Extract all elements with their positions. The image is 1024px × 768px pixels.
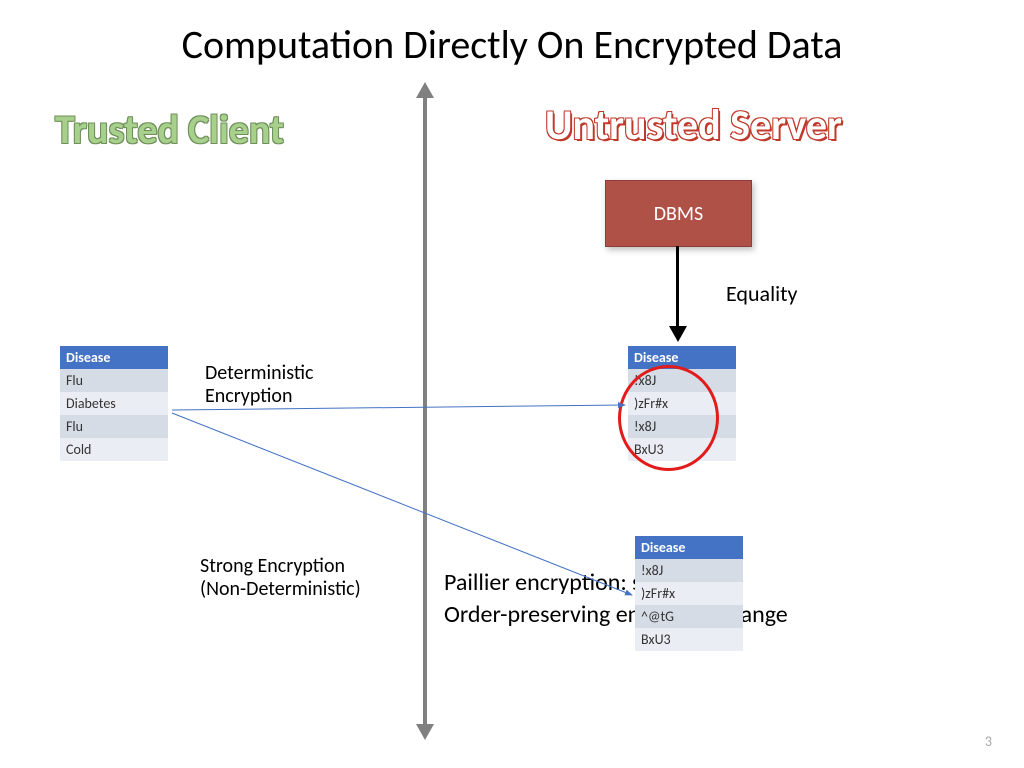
deterministic-encryption-label: Deterministic Encryption [205, 362, 313, 408]
strong-encryption-label: Strong Encryption (Non-Deterministic) [200, 555, 361, 601]
divider-arrow-down-icon [416, 724, 434, 740]
client-disease-table: Disease Flu Diabetes Flu Cold [60, 346, 168, 461]
table-cell: Diabetes [60, 392, 168, 415]
dbms-arrow-line [676, 246, 679, 328]
arrow-down-icon [669, 326, 687, 342]
encrypted-nondet-table: Disease !x8J )zFr#x ^@tG BxU3 [635, 536, 743, 651]
table-header: Disease [635, 536, 743, 559]
table-cell: BxU3 [635, 628, 743, 651]
table-cell: ^@tG [635, 605, 743, 628]
table-cell: Flu [60, 369, 168, 392]
trusted-client-heading: Trusted Client [55, 105, 284, 154]
dbms-label: DBMS [654, 202, 703, 226]
table-header: Disease [60, 346, 168, 369]
dbms-box: DBMS [605, 180, 752, 247]
equality-highlight-ellipse [618, 365, 719, 471]
slide-title: Computation Directly On Encrypted Data [0, 20, 1024, 69]
untrusted-server-heading: Untrusted Server [545, 100, 842, 151]
table-header: Disease [628, 346, 736, 369]
table-cell: Cold [60, 438, 168, 461]
page-number: 3 [985, 733, 992, 750]
table-cell: Flu [60, 415, 168, 438]
vertical-divider [423, 90, 427, 730]
divider-arrow-up-icon [416, 82, 434, 98]
table-cell: !x8J [635, 559, 743, 582]
equality-label: Equality [726, 280, 798, 307]
table-cell: )zFr#x [635, 582, 743, 605]
